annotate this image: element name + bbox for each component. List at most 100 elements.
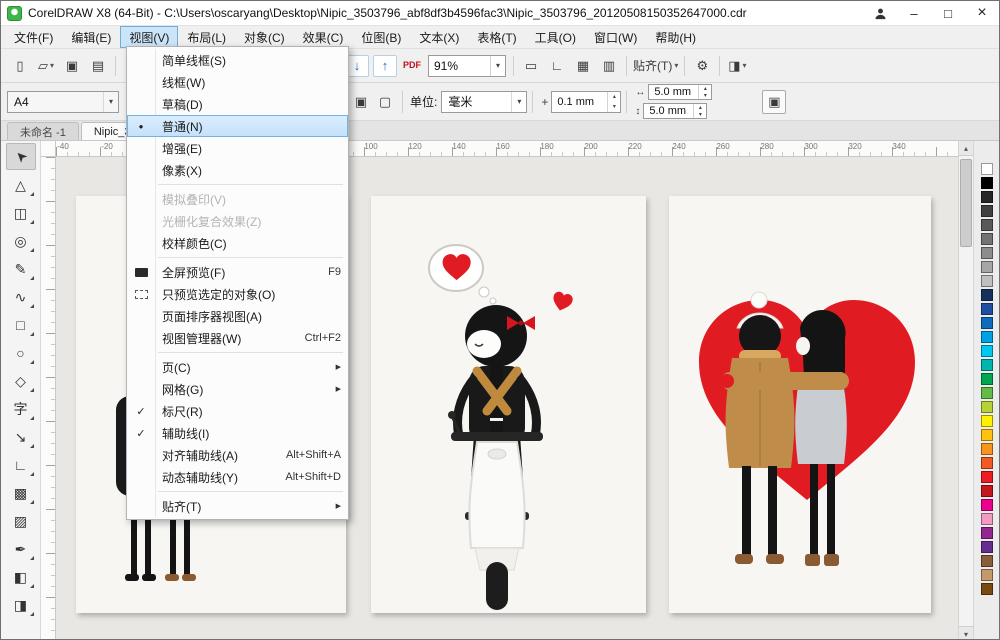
print-button[interactable]: ▤ [85,54,111,78]
color-swatch-15[interactable] [981,373,993,385]
scroll-down-button[interactable]: ▾ [959,626,973,640]
view-menu-item-21[interactable]: 动态辅助线(Y)Alt+Shift+D [127,466,348,488]
color-swatch-28[interactable] [981,555,993,567]
stepper-spin[interactable]: ▴▾ [698,85,711,99]
vertical-scrollbar[interactable]: ▴ ▾ [958,141,973,640]
scrollbar-thumb[interactable] [960,159,972,247]
interactive-fill-tool[interactable]: ◧ [6,563,36,590]
menubar-item-text[interactable]: 文本(X) [410,26,468,48]
show-grid-button[interactable]: ▦ [570,54,596,78]
color-swatch-8[interactable] [981,275,993,287]
view-menu-item-0[interactable]: 简单线框(S) [127,49,348,71]
color-swatch-3[interactable] [981,205,993,217]
spin-up-icon[interactable]: ▴ [699,85,711,92]
save-button[interactable]: ▣ [59,54,85,78]
color-swatch-23[interactable] [981,485,993,497]
view-menu-item-3[interactable]: ●普通(N) [127,115,348,137]
view-menu-item-14[interactable]: 视图管理器(W)Ctrl+F2 [127,327,348,349]
color-swatch-1[interactable] [981,177,993,189]
color-swatch-30[interactable] [981,583,993,595]
menubar-item-object[interactable]: 对象(C) [235,26,294,48]
close-button[interactable]: × [965,1,999,26]
units-combo[interactable]: 毫米 ▾ [441,91,527,113]
color-swatch-9[interactable] [981,289,993,301]
color-swatch-20[interactable] [981,443,993,455]
snap-to-button[interactable]: 贴齐(T)▾ [631,54,680,78]
duplicate-distance-y-stepper[interactable]: 5.0 mm ▴▾ [643,103,707,119]
export-button[interactable]: ↑ [373,55,397,77]
zoom-level-combo[interactable]: 91%▾ [428,55,506,77]
spin-up-icon[interactable]: ▴ [608,92,620,102]
spin-down-icon[interactable]: ▾ [694,111,706,118]
color-swatch-11[interactable] [981,317,993,329]
page-2[interactable] [371,196,646,613]
stepper-spin[interactable]: ▴▾ [693,104,706,118]
transparency-tool[interactable]: ▨ [6,507,36,534]
view-menu-item-16[interactable]: 页(C)▶ [127,356,348,378]
illustration-scooter-girl[interactable] [371,196,646,613]
show-rulers-button[interactable]: ∟ [544,54,570,78]
smart-fill-tool[interactable]: ◨ [6,591,36,618]
spin-down-icon[interactable]: ▾ [608,102,620,112]
chevron-down-icon[interactable]: ▾ [490,56,505,76]
application-launcher-button[interactable]: ◨▾ [724,54,750,78]
view-menu-item-18[interactable]: ✓标尺(R) [127,400,348,422]
color-swatch-0[interactable] [981,163,993,175]
view-menu-item-13[interactable]: 页面排序器视图(A) [127,305,348,327]
nudge-offset-stepper[interactable]: 0.1 mm ▴▾ [551,91,621,113]
color-swatch-21[interactable] [981,457,993,469]
facing-pages-button[interactable]: ▢ [373,90,397,114]
maximize-button[interactable]: □ [931,1,965,26]
color-swatch-18[interactable] [981,415,993,427]
duplicate-distance-x-stepper[interactable]: 5.0 mm ▴▾ [648,84,712,100]
vertical-ruler[interactable] [41,157,56,640]
ellipse-tool[interactable]: ○ [6,339,36,366]
new-document-button[interactable]: ▯ [7,54,33,78]
menubar-item-help[interactable]: 帮助(H) [646,26,705,48]
color-swatch-10[interactable] [981,303,993,315]
color-eyedropper-tool[interactable]: ✒ [6,535,36,562]
full-screen-preview-button[interactable]: ▭ [518,54,544,78]
color-swatch-22[interactable] [981,471,993,483]
color-swatch-24[interactable] [981,499,993,511]
view-menu-item-20[interactable]: 对齐辅助线(A)Alt+Shift+A [127,444,348,466]
color-swatch-25[interactable] [981,513,993,525]
pick-tool[interactable]: ➤ [6,143,36,170]
menubar-item-tools[interactable]: 工具(O) [526,26,585,48]
color-swatch-12[interactable] [981,331,993,343]
color-swatch-14[interactable] [981,359,993,371]
text-tool[interactable]: 字 [6,395,36,422]
rectangle-tool[interactable]: □ [6,311,36,338]
menubar-item-view[interactable]: 视图(V) [120,26,178,48]
stepper-spin[interactable]: ▴▾ [607,92,620,112]
connector-tool[interactable]: ∟ [6,451,36,478]
view-menu-item-4[interactable]: 增强(E) [127,137,348,159]
publish-to-pdf-button[interactable]: PDF [399,54,425,78]
polygon-tool[interactable]: ◇ [6,367,36,394]
menubar-item-edit[interactable]: 编辑(E) [62,26,120,48]
color-swatch-17[interactable] [981,401,993,413]
color-swatch-26[interactable] [981,527,993,539]
view-menu-item-9[interactable]: 校样颜色(C) [127,232,348,254]
view-menu-item-5[interactable]: 像素(X) [127,159,348,181]
color-swatch-4[interactable] [981,219,993,231]
page-size-combo[interactable]: A4 ▾ [7,91,119,113]
zoom-tool[interactable]: ◎ [6,227,36,254]
parallel-dimension-tool[interactable]: ↘ [6,423,36,450]
view-menu-item-19[interactable]: ✓辅助线(I) [127,422,348,444]
scroll-up-button[interactable]: ▴ [959,141,973,156]
menubar-item-table[interactable]: 表格(T) [468,26,525,48]
menubar-item-layout[interactable]: 布局(L) [178,26,235,48]
menubar-item-file[interactable]: 文件(F) [5,26,62,48]
drop-shadow-tool[interactable]: ▩ [6,479,36,506]
page-3[interactable] [669,196,931,613]
options-button[interactable]: ⚙ [689,54,715,78]
shape-tool[interactable]: △ [6,171,36,198]
color-swatch-13[interactable] [981,345,993,357]
minimize-button[interactable]: – [897,1,931,26]
color-swatch-16[interactable] [981,387,993,399]
freehand-tool[interactable]: ✎ [6,255,36,282]
view-menu-item-23[interactable]: 贴齐(T)▶ [127,495,348,517]
color-swatch-27[interactable] [981,541,993,553]
spin-down-icon[interactable]: ▾ [699,92,711,99]
